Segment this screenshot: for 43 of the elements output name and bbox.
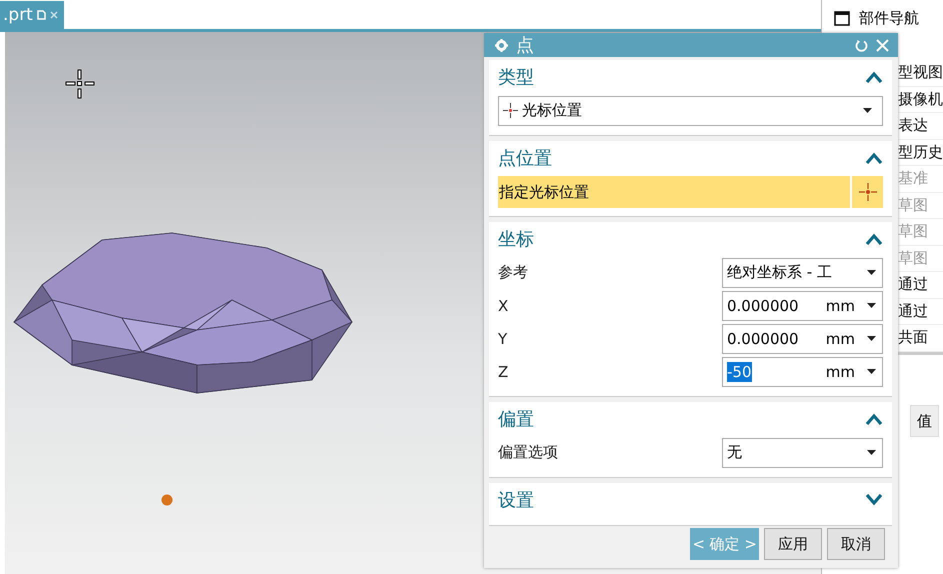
crosshair-icon — [503, 103, 518, 118]
cursor-location-button[interactable] — [852, 176, 883, 208]
dialog-button[interactable]: 应用 — [764, 528, 822, 560]
section-title: 点位置 — [498, 147, 552, 170]
number-field[interactable]: 0.000000 mm — [722, 324, 883, 354]
point-marker-icon — [161, 494, 173, 506]
field-label: 参考 — [498, 263, 529, 282]
reset-icon[interactable] — [855, 38, 868, 52]
collapse-icon[interactable] — [865, 413, 883, 425]
dropdown-arrow-icon — [867, 303, 876, 308]
window-icon — [834, 10, 850, 26]
section-title: 坐标 — [498, 228, 534, 251]
field-label: X — [498, 296, 510, 314]
collapse-icon[interactable] — [865, 71, 883, 83]
number-field[interactable]: -50 mm — [722, 356, 883, 386]
section-title: 偏置 — [498, 408, 534, 431]
crosshair-icon — [858, 182, 876, 200]
gear-icon — [495, 38, 508, 52]
dropdown-arrow-icon — [867, 270, 876, 275]
collapse-icon[interactable] — [865, 152, 883, 164]
field-label: Z — [498, 362, 510, 380]
dropdown-arrow-icon — [867, 369, 876, 374]
select-field[interactable]: 无 — [722, 438, 883, 468]
select-field[interactable]: 绝对坐标系 - 工 — [722, 258, 883, 288]
dialog-title: 点 — [516, 34, 534, 57]
dropdown-arrow-icon — [867, 336, 876, 341]
type-dropdown[interactable]: 光标位置 — [498, 96, 883, 126]
expand-icon[interactable] — [865, 494, 883, 506]
field-label: Y — [498, 330, 508, 348]
crosshair-cursor-icon — [64, 68, 96, 100]
dropdown-arrow-icon — [863, 108, 872, 113]
column-header: 值 — [910, 404, 939, 436]
section-title: 类型 — [498, 66, 534, 89]
field-label: 偏置选项 — [498, 443, 559, 462]
section-title: 设置 — [498, 489, 534, 512]
number-field[interactable]: 0.000000 mm — [722, 290, 883, 320]
dropdown-arrow-icon — [867, 450, 876, 455]
collapse-icon[interactable] — [865, 233, 883, 245]
tab-label: .prt — [3, 5, 33, 25]
document-icon — [36, 10, 46, 20]
dialog-button[interactable]: 取消 — [827, 528, 885, 560]
panel-title: 部件导航 — [859, 8, 919, 28]
selection-row[interactable]: 指定光标位置 — [498, 176, 850, 208]
